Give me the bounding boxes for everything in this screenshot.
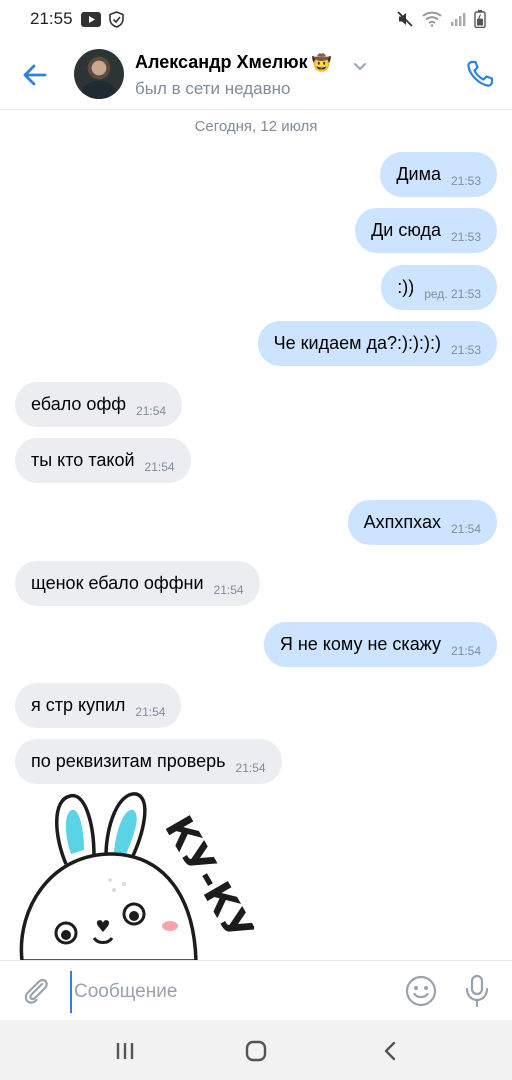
message-text: Я не кому не скажу bbox=[279, 634, 441, 654]
wifi-icon bbox=[422, 11, 442, 27]
message-time: 21:54 bbox=[135, 704, 166, 719]
message-input[interactable] bbox=[70, 971, 396, 1013]
message-text: ебало офф bbox=[31, 394, 127, 414]
message-time: 21:53 bbox=[450, 229, 481, 244]
message-time: 21:54 bbox=[144, 459, 175, 474]
paperclip-icon bbox=[24, 978, 48, 1004]
recent-apps-icon bbox=[116, 1043, 134, 1059]
message-bubble[interactable]: по реквизитам проверь 21:54 bbox=[15, 739, 282, 784]
bunny-sticker-icon: КУ-КУ bbox=[19, 792, 254, 961]
avatar[interactable] bbox=[74, 49, 124, 99]
message-text: Дима bbox=[396, 164, 441, 184]
message-time: 21:54 bbox=[235, 760, 266, 775]
back-button[interactable] bbox=[20, 60, 50, 90]
system-back-button[interactable] bbox=[378, 1038, 404, 1064]
message-bubble[interactable]: Че кидаем да?:):):):) 21:53 bbox=[257, 321, 497, 366]
message-text: щенок ебало оффни bbox=[31, 573, 204, 593]
status-bar: 21:55 bbox=[0, 0, 512, 38]
call-button[interactable] bbox=[464, 58, 496, 90]
message-bubble[interactable]: я стр купил 21:54 bbox=[15, 683, 182, 728]
message-bubble[interactable]: Ахпхпхах 21:54 bbox=[347, 500, 497, 545]
message-text: ты кто такой bbox=[31, 450, 135, 470]
voice-message-button[interactable] bbox=[462, 973, 492, 1009]
contact-name[interactable]: Александр Хмелюк 🤠 bbox=[135, 52, 332, 73]
contact-status: был в сети недавно bbox=[135, 79, 291, 98]
home-button[interactable] bbox=[243, 1038, 269, 1064]
message-time: 21:54 bbox=[450, 521, 481, 536]
message-time: 21:53 bbox=[450, 173, 481, 188]
sticker-message[interactable]: КУ-КУ bbox=[14, 786, 254, 961]
mute-icon bbox=[396, 10, 414, 28]
cowboy-emoji: 🤠 bbox=[311, 55, 332, 72]
message-bubble[interactable]: :)) ред. 21:53 bbox=[381, 265, 497, 310]
chevron-down-icon[interactable] bbox=[352, 58, 368, 74]
message-bubble[interactable]: Ди сюда 21:53 bbox=[355, 208, 497, 253]
phone-icon bbox=[467, 60, 494, 87]
message-text: Ди сюда bbox=[371, 220, 441, 240]
message-bubble[interactable]: Дима 21:53 bbox=[380, 152, 497, 197]
message-time: 21:54 bbox=[213, 582, 244, 597]
attach-button[interactable] bbox=[20, 975, 52, 1007]
status-time: 21:55 bbox=[30, 9, 73, 28]
microphone-icon bbox=[465, 974, 489, 1008]
back-icon bbox=[384, 1041, 396, 1061]
signal-icon bbox=[450, 11, 466, 27]
back-arrow-icon bbox=[23, 64, 47, 86]
battery-icon bbox=[474, 10, 486, 28]
message-bubble[interactable]: щенок ебало оффни 21:54 bbox=[15, 561, 260, 606]
message-text: :)) bbox=[397, 277, 415, 297]
message-text: по реквизитам проверь bbox=[31, 751, 226, 771]
message-time: 21:54 bbox=[136, 403, 167, 418]
shield-icon bbox=[108, 10, 124, 28]
home-icon bbox=[245, 1040, 267, 1062]
message-time: 21:54 bbox=[450, 643, 481, 658]
youtube-icon bbox=[80, 11, 101, 27]
chat-header: Александр Хмелюк 🤠 был в сети недавно bbox=[0, 38, 512, 110]
message-text: Ахпхпхах bbox=[363, 512, 441, 532]
system-nav-bar bbox=[0, 1020, 512, 1080]
message-bubble[interactable]: Я не кому не скажу 21:54 bbox=[263, 622, 497, 667]
emoji-button[interactable] bbox=[404, 974, 438, 1008]
date-separator: Сегодня, 12 июля bbox=[194, 118, 318, 135]
recent-apps-button[interactable] bbox=[112, 1038, 138, 1064]
message-bubble[interactable]: ты кто такой 21:54 bbox=[15, 438, 191, 483]
message-text: я стр купил bbox=[31, 695, 126, 715]
message-bubble[interactable]: ебало офф 21:54 bbox=[15, 382, 183, 427]
message-composer bbox=[0, 960, 512, 1021]
contact-name-text: Александр Хмелюк bbox=[135, 52, 308, 72]
message-text: Че кидаем да?:):):):) bbox=[273, 333, 441, 353]
message-time: ред. 21:53 bbox=[424, 286, 481, 301]
message-time: 21:53 bbox=[450, 342, 481, 357]
smile-icon bbox=[405, 975, 437, 1007]
